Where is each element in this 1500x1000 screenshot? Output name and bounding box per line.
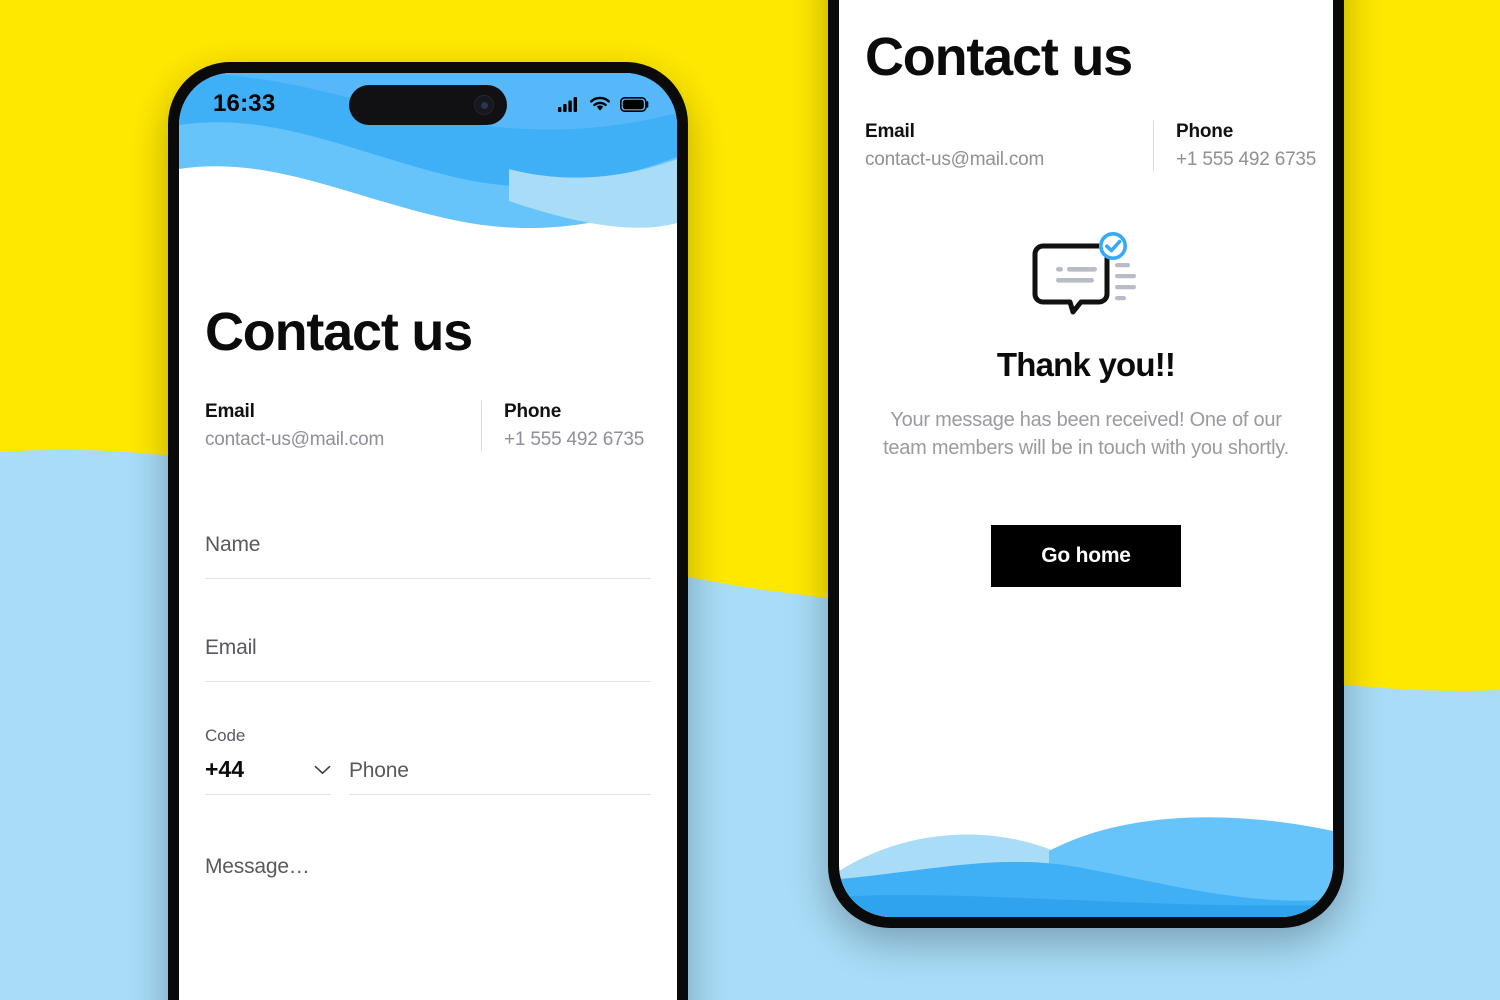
message-field[interactable]: Message…	[205, 841, 651, 1000]
contact-email-block-thanks: Email contact-us@mail.com	[865, 121, 1153, 171]
phone-device-form: 16:33 Contact us Email contact-us@mail.c…	[168, 62, 688, 1000]
phone-screen-form: 16:33 Contact us Email contact-us@mail.c…	[179, 73, 677, 1000]
phone-label-thanks: Phone	[1176, 121, 1234, 142]
phone-label: Phone	[504, 401, 562, 422]
contact-info: Email contact-us@mail.com Phone +1 555 4…	[205, 401, 651, 451]
phone-screen-thanks: Contact us Email contact-us@mail.com Pho…	[839, 0, 1333, 917]
scene: 16:33 Contact us Email contact-us@mail.c…	[0, 0, 1500, 1000]
status-icons	[558, 96, 649, 112]
page-title-thanks: Contact us	[865, 27, 1133, 87]
country-code-select[interactable]: +44	[205, 756, 331, 795]
name-field[interactable]: Name	[205, 519, 651, 579]
thanks-header: Contact us Email contact-us@mail.com Pho…	[839, 26, 1333, 171]
message-check-icon	[1031, 230, 1141, 322]
contact-phone-block-thanks: Phone +1 555 492 6735	[1153, 121, 1316, 171]
cellular-signal-icon	[558, 97, 577, 112]
code-label: Code	[205, 726, 246, 745]
phone-device-thanks: Contact us Email contact-us@mail.com Pho…	[828, 0, 1344, 928]
status-time: 16:33	[213, 90, 276, 117]
page-title: Contact us	[205, 302, 473, 362]
phone-field-placeholder: Phone	[349, 759, 409, 782]
email-value-thanks[interactable]: contact-us@mail.com	[865, 149, 1153, 171]
confirmation-block: Thank you!! Your message has been receiv…	[839, 230, 1333, 587]
wifi-icon	[590, 96, 610, 111]
phone-value[interactable]: +1 555 492 6735	[504, 429, 644, 451]
contact-info-thanks: Email contact-us@mail.com Phone +1 555 4…	[865, 121, 1316, 171]
thanks-body: Your message has been received! One of o…	[883, 409, 1289, 460]
battery-icon	[620, 96, 649, 112]
email-field[interactable]: Email	[205, 622, 651, 682]
phone-field-group: Code +44 Phone	[205, 726, 651, 795]
country-code-value: +44	[205, 756, 245, 782]
go-home-button[interactable]: Go home	[991, 524, 1181, 587]
email-label-thanks: Email	[865, 121, 915, 142]
contact-phone-block: Phone +1 555 492 6735	[481, 401, 644, 451]
contact-form: Name Email Code +44 Phone Message…	[205, 519, 651, 1000]
dynamic-island	[349, 85, 507, 125]
email-label: Email	[205, 401, 255, 422]
message-field-placeholder: Message…	[205, 855, 310, 878]
email-field-placeholder: Email	[205, 636, 257, 659]
name-field-placeholder: Name	[205, 533, 261, 556]
form-content: Contact us Email contact-us@mail.com Pho…	[179, 301, 677, 1000]
front-camera-icon	[474, 95, 494, 115]
thanks-title: Thank you!!	[996, 346, 1176, 383]
contact-email-block: Email contact-us@mail.com	[205, 401, 481, 451]
email-value[interactable]: contact-us@mail.com	[205, 429, 481, 451]
phone-number-field[interactable]: Phone	[349, 759, 651, 795]
chevron-down-icon	[314, 765, 331, 774]
phone-value-thanks[interactable]: +1 555 492 6735	[1176, 149, 1316, 171]
footer-wave-decoration	[839, 787, 1333, 917]
